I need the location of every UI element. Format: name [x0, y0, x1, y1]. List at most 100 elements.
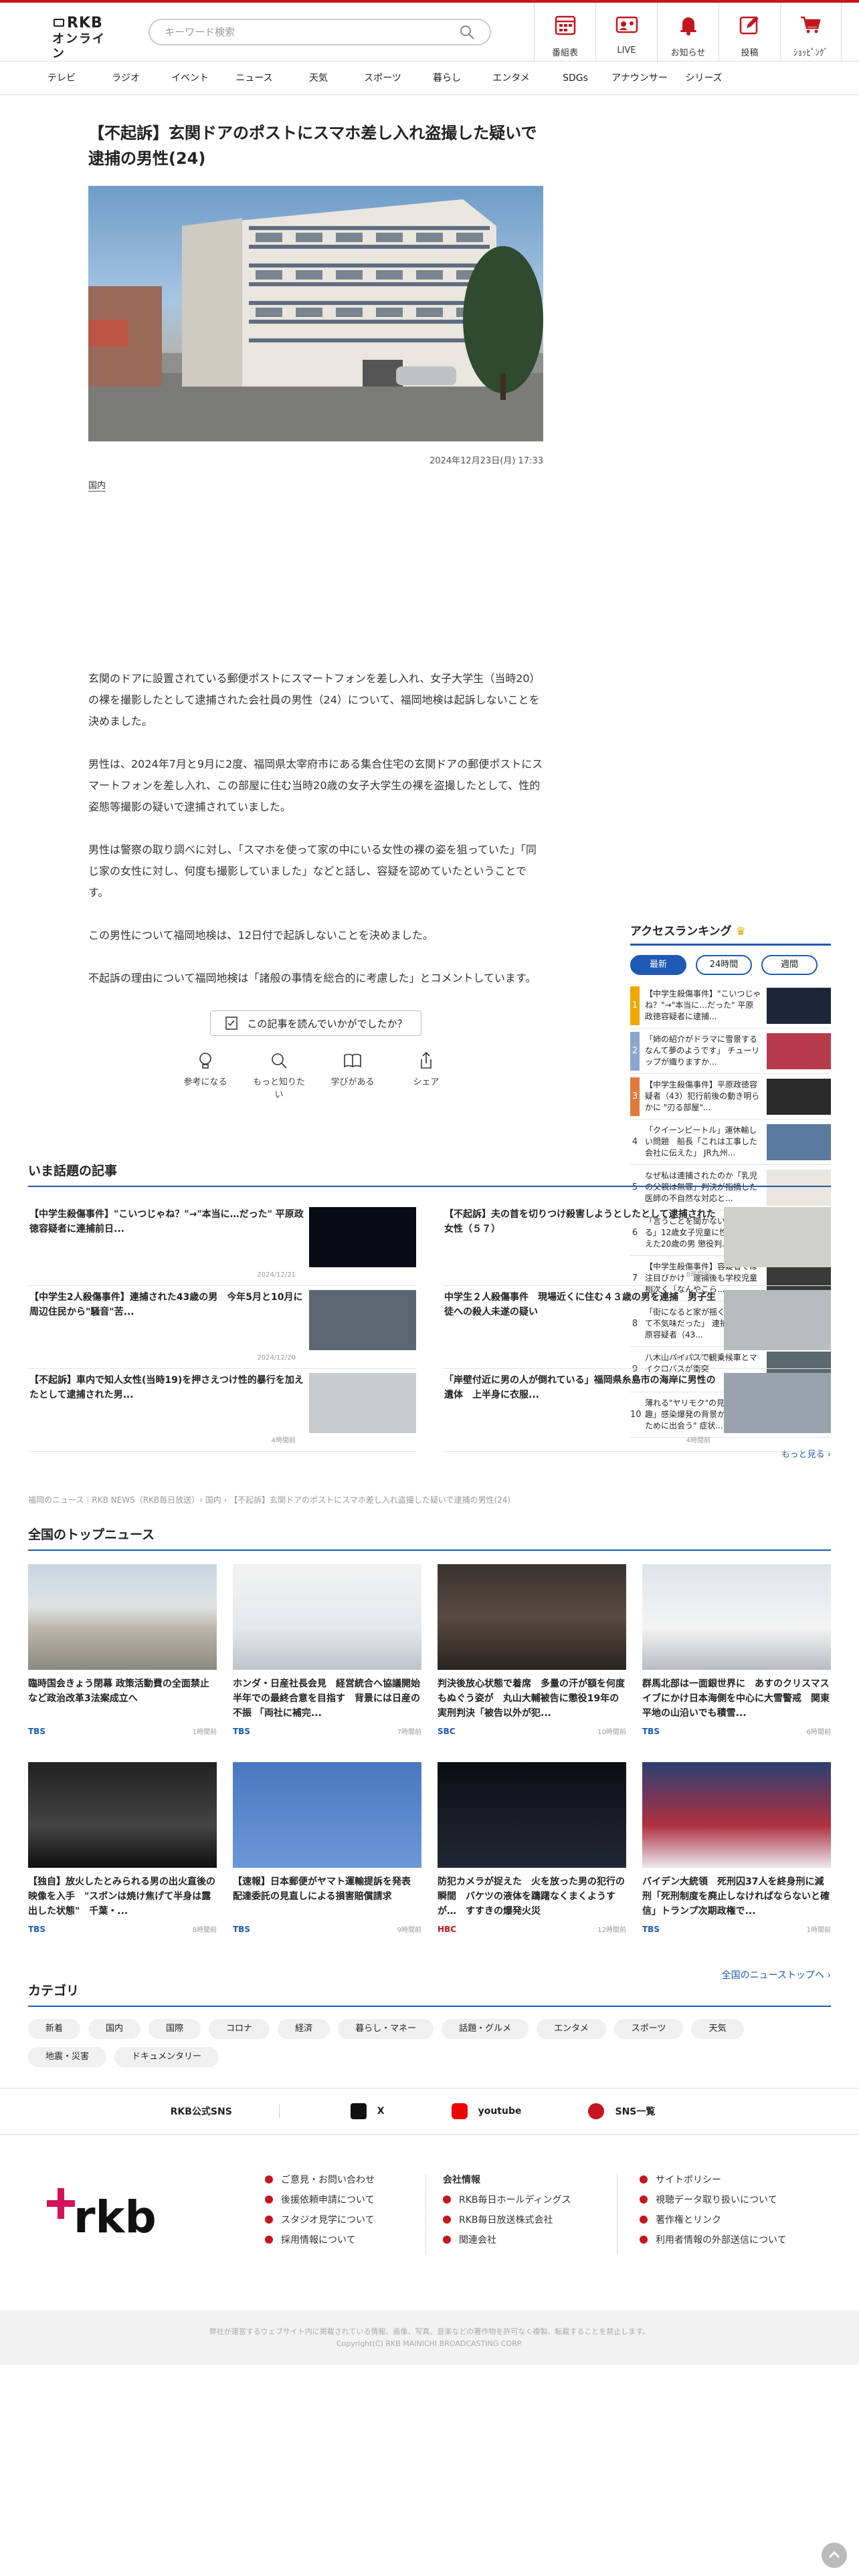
hot-topic-item[interactable]: 「岸壁付近に男の人が倒れている」福岡県糸島市の海岸に男性の遺体 上半身に衣服..… — [443, 1369, 831, 1452]
footer-link[interactable]: 利用者情報の外部送信について — [640, 2230, 787, 2250]
hot-topic-item[interactable]: 中学生２人殺傷事件 現場近くに住む４３歳の男を連捕 男子生徒への殺人未遂の疑い 2… — [443, 1286, 831, 1369]
article-paragraph: 玄関のドアに設置されている郵便ポストにスマートフォンを差し入れ、女子大学生（当時… — [88, 672, 541, 728]
footer-link[interactable]: 後援依頼申請について — [265, 2189, 375, 2210]
footer-link[interactable]: RKB毎日ホールディングス — [443, 2189, 571, 2210]
ranking-item[interactable]: 2 「姉の紹介がドラマに雪景するなんて夢のようです」 チューリップが織りますか..… — [630, 1029, 831, 1074]
nav-link[interactable]: ラジオ — [94, 62, 158, 94]
top-news-thumbnail — [438, 1564, 626, 1670]
category-chip[interactable]: 話題・グルメ — [442, 2019, 529, 2039]
category-chip[interactable]: 国内 — [88, 2019, 141, 2039]
ranking-tab-24h[interactable]: 24時間 — [696, 955, 752, 975]
reaction-share-button[interactable]: シェア — [399, 1051, 453, 1100]
article-category-link[interactable]: 国内 — [88, 478, 106, 492]
category-chip[interactable]: 地震・災害 — [28, 2047, 107, 2067]
search-input[interactable]: キーワード検索 — [149, 19, 491, 45]
header-icon-label: 番組表 — [551, 48, 578, 58]
footer-link[interactable]: RKB毎日放送株式会社 — [443, 2210, 571, 2230]
footer-link[interactable]: 著作権とリンク — [640, 2210, 787, 2230]
ranking-thumbnail — [767, 1033, 831, 1069]
hot-topic-title: 「岸壁付近に男の人が倒れている」福岡県糸島市の海岸に男性の遺体 上半身に衣服..… — [444, 1375, 716, 1400]
header-live-button[interactable]: LIVE — [595, 3, 657, 62]
footer-link-text: ご意見・お問い合わせ — [281, 2175, 375, 2185]
header-tv-guide-button[interactable]: 番組表 — [534, 3, 595, 62]
footer-link[interactable]: サイトポリシー — [640, 2169, 787, 2189]
category-chip[interactable]: 新着 — [28, 2019, 81, 2039]
nav-link[interactable]: エンタメ — [479, 62, 543, 94]
category-chip[interactable]: 経済 — [278, 2019, 330, 2039]
hot-topics-grid: 【中学生殺傷事件】"こいつじゃね？"→"本当に…だった" 平原政徳容疑者に連捕前… — [28, 1203, 831, 1452]
nav-link[interactable]: 暮らし — [415, 62, 479, 94]
reaction-more-button[interactable]: もっと知りたい — [252, 1051, 306, 1100]
header-shopping-button[interactable]: ｼｮｯﾋﾟﾝｸﾞ — [780, 3, 842, 62]
site-logo[interactable]: RKB オンライン — [52, 15, 112, 61]
footer-link[interactable]: スタジオ見学について — [265, 2210, 375, 2230]
category-chip[interactable]: エンタメ — [537, 2019, 606, 2039]
news-source: SBC — [438, 1726, 456, 1736]
footer-logo[interactable]: rkb — [47, 2181, 167, 2244]
header-post-button[interactable]: 投稿 — [719, 3, 780, 62]
news-source: TBS — [642, 1726, 660, 1736]
breadcrumb[interactable]: 福岡のニュース｜RKB NEWS（RKB毎日放送）› 国内 › 【不起訴】玄関ド… — [28, 1494, 510, 1505]
category-chip[interactable]: ドキュメンタリー — [114, 2047, 219, 2067]
sns-icon — [588, 2103, 605, 2119]
nav-link[interactable]: 天気 — [286, 62, 351, 94]
ranking-item[interactable]: 3 【中学生殺傷事件】平原政徳容疑者（43）犯行前後の動き明らかに "刃る部屋".… — [630, 1074, 831, 1119]
ranking-tab-latest[interactable]: 最新 — [630, 955, 686, 975]
back-to-top-button[interactable] — [822, 2543, 847, 2568]
top-news-card[interactable]: 【速報】日本郵便がヤマト運輸提訴を発表 配達委託の見直しによる損害賠償請求 TBS… — [233, 1762, 421, 1960]
footer-link[interactable]: 採用情報について — [265, 2230, 375, 2250]
nav-link[interactable]: アナウンサー — [607, 62, 672, 94]
ranking-number: 3 — [630, 1077, 640, 1116]
sns-x-link[interactable]: X — [350, 2103, 385, 2119]
sns-list-link[interactable]: SNS一覧 — [588, 2103, 655, 2119]
nav-link[interactable]: イベント — [158, 62, 222, 94]
footer-link[interactable]: ご意見・お問い合わせ — [265, 2169, 375, 2189]
hot-topic-time: 8時間前 — [686, 1271, 710, 1279]
top-news-meta: TBS 6時間前 — [642, 1726, 831, 1737]
ranking-item[interactable]: 1 【中学生殺傷事件】"こいつじゃね？"→"本当に…だった" 平原政徳容疑者に逮捕… — [630, 983, 831, 1029]
news-time: 6時間前 — [806, 1729, 831, 1736]
top-news-card[interactable]: 防犯カメラが捉えた 火を放った男の犯行の瞬間 バケツの液体を躊躇なくまくようすが… — [438, 1762, 626, 1960]
top-news-thumbnail — [233, 1564, 421, 1670]
hot-topic-text-wrap: 【不起訴】車内で知人女性(当時19)を押さえつけ性的暴行を加えたとして逮捕された… — [28, 1373, 309, 1451]
header-notice-button[interactable]: お知らせ — [657, 3, 719, 62]
top-news-card[interactable]: 臨時国会きょう閉幕 政策活動費の全面禁止など政治改革3法案成立へ TBS 1時間前 — [28, 1564, 217, 1762]
reaction-learn-button[interactable]: 学びがある — [326, 1051, 379, 1100]
category-chip[interactable]: スポーツ — [613, 2019, 684, 2039]
search-icon[interactable] — [459, 24, 475, 40]
reaction-helpful-button[interactable]: 参考になる — [179, 1051, 232, 1100]
hot-topic-item[interactable]: 【不起訴】夫の首を切りつけ殺害しようとしたとして逮捕された女性（５７） 8時間前 — [443, 1203, 831, 1286]
footer-link[interactable]: 視聴データ取り扱いについて — [640, 2189, 787, 2210]
news-source: TBS — [28, 1726, 45, 1736]
hot-topic-item[interactable]: 【中学生殺傷事件】"こいつじゃね？"→"本当に…だった" 平原政徳容疑者に連捕前… — [28, 1203, 416, 1286]
nav-link[interactable]: テレビ — [29, 62, 94, 94]
hot-topic-text-wrap: 【中学生殺傷事件】"こいつじゃね？"→"本当に…だった" 平原政徳容疑者に連捕前… — [28, 1207, 309, 1285]
hot-topic-thumbnail — [309, 1207, 416, 1267]
top-news-card[interactable]: バイデン大統領 死刑囚37人を終身刑に減刑「死刑制度を廃止しなければならないと確… — [642, 1762, 831, 1960]
hot-topic-title: 【不起訴】夫の首を切りつけ殺害しようとしたとして逮捕された女性（５７） — [444, 1209, 716, 1235]
category-chip[interactable]: 天気 — [691, 2019, 744, 2039]
ranking-item[interactable]: 4 「クイーンビートル」運休輸しい問題 船長「これは工事した会社に伝えた」 JR九… — [630, 1119, 831, 1165]
sns-youtube-link[interactable]: youtube — [451, 2103, 521, 2119]
footer-link[interactable]: 関連会社 — [443, 2230, 571, 2250]
hot-topic-text-wrap: 【中学生2人殺傷事件】連捕された43歳の男 今年5月と10月に周辺住民から"騒音… — [28, 1290, 309, 1368]
ranking-tab-weekly[interactable]: 週間 — [761, 955, 818, 975]
sns-list-label: SNS一覧 — [615, 2107, 656, 2117]
category-chip[interactable]: コロナ — [209, 2019, 270, 2039]
top-news-card[interactable]: 群馬北部は一面銀世界に あすのクリスマスイブにかけ日本海側を中心に大雪警戒 関東… — [642, 1564, 831, 1762]
reaction-label: 学びがある — [330, 1077, 375, 1087]
top-news-card[interactable]: ホンダ・日産社長会見 経営統合へ協議開始 半年での最終合意を目指す 背景には日産… — [233, 1564, 421, 1762]
hot-topic-item[interactable]: 【不起訴】車内で知人女性(当時19)を押さえつけ性的暴行を加えたとして逮捕された… — [28, 1369, 416, 1452]
nav-link[interactable]: スポーツ — [351, 62, 415, 94]
hot-topic-item[interactable]: 【中学生2人殺傷事件】連捕された43歳の男 今年5月と10月に周辺住民から"騒音… — [28, 1286, 416, 1369]
nav-link[interactable]: シリーズ — [672, 62, 736, 94]
category-chip[interactable]: 国際 — [149, 2019, 201, 2039]
top-news-card[interactable]: 判決後放心状態で着席 多量の汗が額を何度もぬぐう姿が 丸山大輔被告に懲役19年の… — [438, 1564, 626, 1762]
category-chip[interactable]: 暮らし・マネー — [338, 2019, 434, 2039]
nav-link[interactable]: ニュース — [222, 62, 286, 94]
tv-icon — [54, 19, 64, 27]
top-news-meta: TBS 1時間前 — [642, 1924, 831, 1935]
top-news-card[interactable]: 【独自】放火したとみられる男の出火直後の映像を入手 "スボンは焼け焦げて半身は露… — [28, 1762, 217, 1960]
top-news-more-link[interactable]: 全国のニューストップへ › — [28, 1968, 831, 1981]
nav-link[interactable]: SDGs — [543, 62, 607, 94]
